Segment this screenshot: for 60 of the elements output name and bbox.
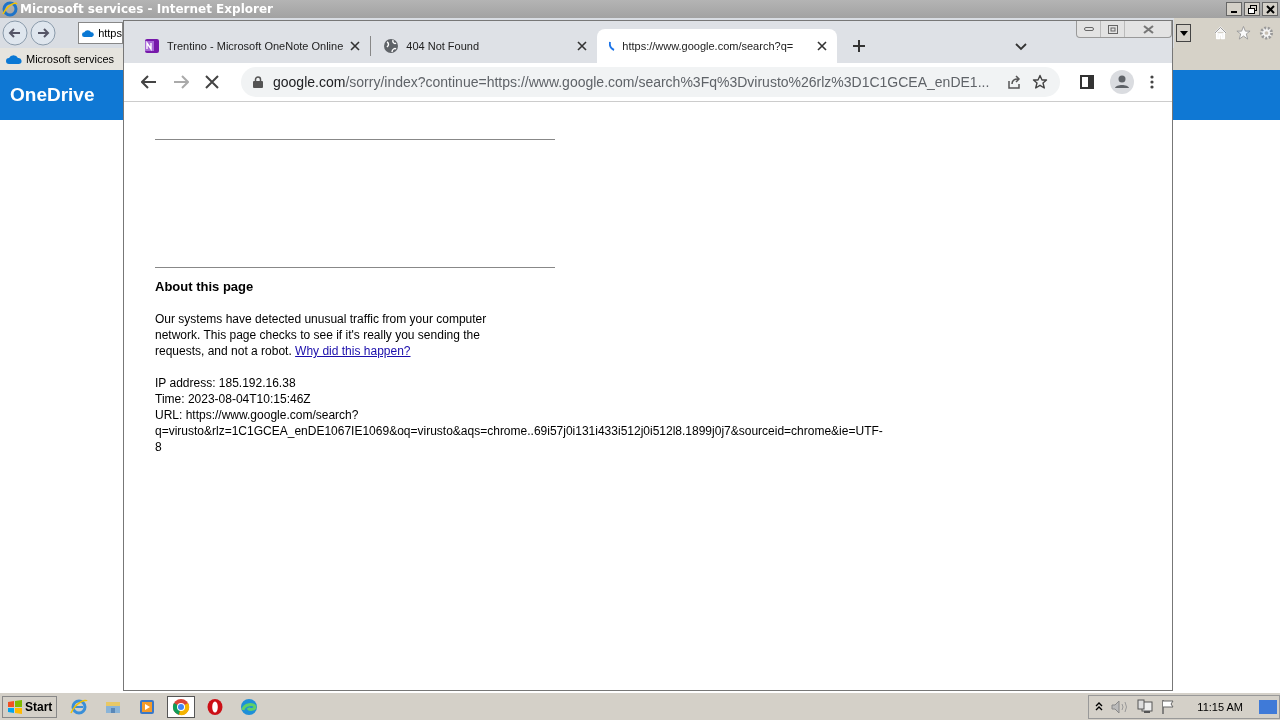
app-name: OneDrive <box>10 84 95 106</box>
windows-logo-icon <box>7 700 23 714</box>
media-player-icon <box>138 698 157 716</box>
back-icon[interactable] <box>2 20 28 46</box>
cloud-icon <box>82 27 95 39</box>
detail-line: IP address: 185.192.16.38 <box>155 375 297 391</box>
menu-icon[interactable] <box>1150 75 1154 89</box>
detail-line: Time: 2023-08-04T10:15:46Z <box>155 391 312 407</box>
browser-tab[interactable]: https://www.google.com/search?q= <box>597 29 838 63</box>
profile-avatar-icon[interactable] <box>1110 70 1134 94</box>
opera-icon <box>206 698 225 716</box>
back-icon[interactable] <box>141 75 157 89</box>
home-icon[interactable] <box>1213 25 1229 41</box>
taskbar-app-button[interactable] <box>167 696 196 718</box>
close-tab-icon[interactable] <box>350 41 361 51</box>
start-button[interactable]: Start <box>2 696 58 718</box>
show-hidden-icons-icon[interactable] <box>1095 702 1104 712</box>
close-icon <box>1265 4 1275 14</box>
browser-tab[interactable]: Trentino - Microsoft OneNote Online <box>132 29 371 63</box>
network-icon[interactable] <box>1137 699 1154 715</box>
paragraph: Our systems have detected unusual traffic from your computer network. This page checks to see if it's really you sending the requests, and not a robot. Why did this happen? <box>155 311 488 359</box>
detail-line: q=virusto&rlz=1C1GCEA_enDE1067IE1069&oq=virusto&aqs=chrome..69i57j0i131i433i512j0i512l8.1899j0j7&sourceid=chrome&ie=UTF- <box>155 423 884 439</box>
browser-tab[interactable]: Microsoft services <box>0 48 126 70</box>
browser-logo-icon <box>2 1 18 17</box>
stop-icon[interactable] <box>205 75 219 89</box>
chevron-down-icon[interactable] <box>1015 43 1028 51</box>
close-tab-icon[interactable] <box>817 41 828 51</box>
favorites-star-icon[interactable] <box>1236 25 1252 41</box>
notebook-icon <box>144 38 160 54</box>
window-title: Microsoft services - Internet Explorer <box>20 2 273 16</box>
cloud-icon <box>6 53 22 65</box>
address-field[interactable]: https <box>78 22 123 44</box>
browser-tab[interactable]: 404 Not Found <box>371 29 598 63</box>
detail-line: 8 <box>155 439 163 455</box>
help-link[interactable]: Why did this happen? <box>295 344 411 358</box>
globe-icon <box>383 38 400 54</box>
share-icon[interactable] <box>1006 74 1022 90</box>
new-tab-icon[interactable] <box>853 40 866 52</box>
address-bar[interactable]: google.com/sorry/index?continue=https://www.google.com/search%3Fq%3Dvirusto%26rlz%3D1C1GCEA_enDE1... <box>241 67 1060 97</box>
clock: 11:15 AM <box>1197 701 1243 713</box>
section-heading: About this page <box>155 279 255 294</box>
side-panel-icon[interactable] <box>1080 75 1094 89</box>
maximize-icon <box>1107 24 1118 34</box>
settings-icon[interactable] <box>1259 25 1274 41</box>
close-icon <box>1142 24 1154 34</box>
flag-icon[interactable] <box>1161 699 1176 715</box>
bookmark-star-icon[interactable] <box>1032 74 1048 90</box>
forward-icon[interactable] <box>30 20 56 46</box>
loading-spinner-icon <box>609 41 616 51</box>
close-tab-icon[interactable] <box>577 41 588 51</box>
restore-button[interactable] <box>1244 2 1260 16</box>
browser-e-icon <box>70 698 89 716</box>
lock-icon <box>253 76 263 88</box>
edge-icon <box>240 698 259 716</box>
chrome-icon <box>172 698 191 716</box>
restore-icon <box>1247 4 1257 14</box>
detail-line: URL: https://www.google.com/search? <box>155 407 360 423</box>
minimize-button[interactable] <box>1226 2 1242 16</box>
minimize-icon <box>1083 26 1094 32</box>
close-button[interactable] <box>1262 2 1278 16</box>
